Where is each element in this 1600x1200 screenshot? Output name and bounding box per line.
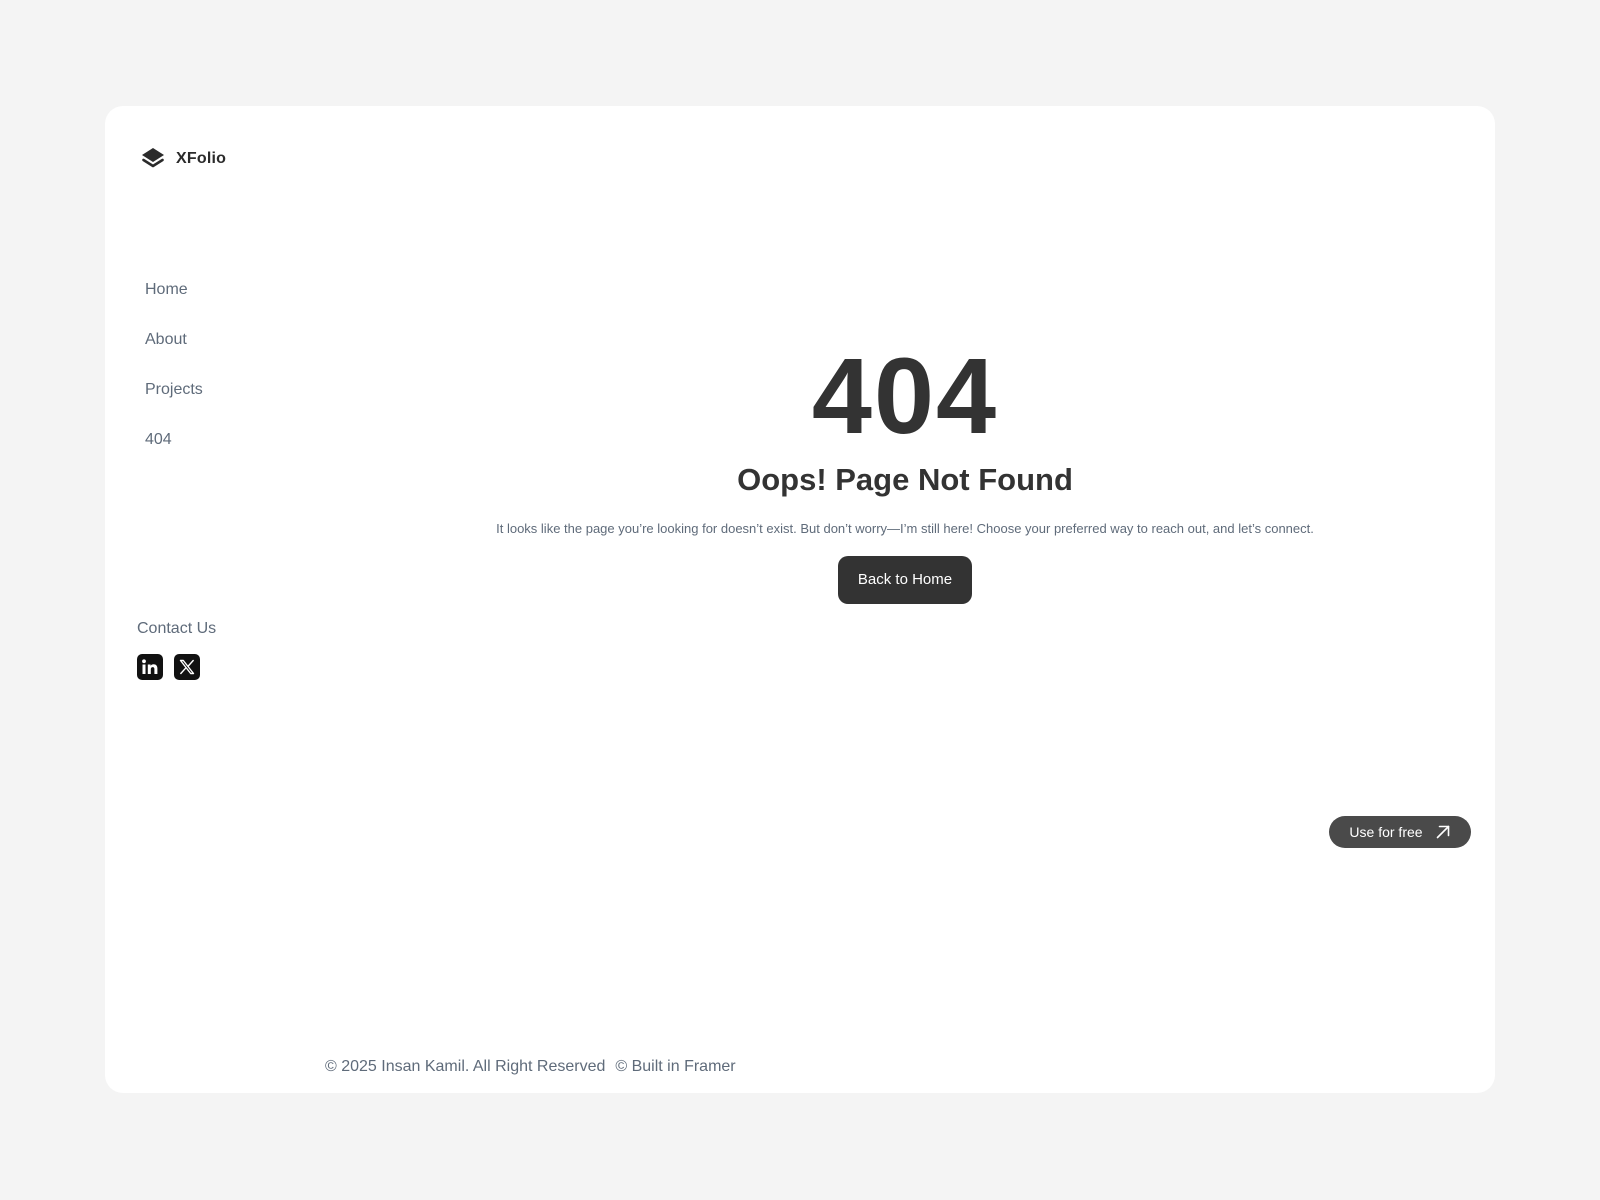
nav-item-projects[interactable]: Projects [145, 380, 203, 430]
brand-name: XFolio [176, 150, 227, 167]
use-for-free-button[interactable]: Use for free [1329, 816, 1471, 848]
error-title: Oops! Page Not Found [737, 462, 1073, 497]
layers-icon [140, 146, 166, 172]
sidebar-nav: Home About Projects 404 [145, 280, 203, 480]
x-twitter-icon[interactable] [174, 654, 200, 680]
copyright-text: © 2025 Insan Kamil. All Right Reserved [325, 1058, 606, 1075]
nav-item-home[interactable]: Home [145, 280, 203, 330]
nav-item-about[interactable]: About [145, 330, 203, 380]
use-for-free-label: Use for free [1349, 824, 1423, 840]
nav-item-404[interactable]: 404 [145, 430, 203, 480]
back-to-home-button[interactable]: Back to Home [837, 556, 973, 604]
footer: © 2025 Insan Kamil. All Right Reserved ©… [325, 1058, 736, 1076]
arrow-up-right-icon [1435, 824, 1451, 840]
contact-section: Contact Us [137, 620, 216, 680]
error-code: 404 [811, 335, 999, 456]
error-message: It looks like the page you’re looking fo… [496, 521, 1314, 536]
social-links [137, 654, 216, 680]
not-found-content: 404 Oops! Page Not Found It looks like t… [385, 336, 1425, 604]
linkedin-icon[interactable] [137, 654, 163, 680]
brand-logo[interactable]: XFolio [140, 146, 226, 172]
contact-label: Contact Us [137, 620, 217, 637]
built-in-framer-link[interactable]: © Built in Framer [615, 1058, 735, 1076]
page-card: XFolio Home About Projects 404 Contact U… [105, 106, 1495, 1093]
